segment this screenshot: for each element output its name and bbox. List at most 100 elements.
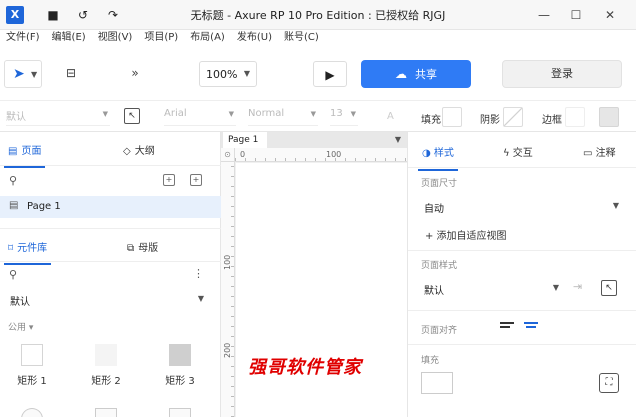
- chevron-down-icon[interactable]: ▼: [395, 135, 401, 144]
- tab-masters[interactable]: ⧉ 母版: [127, 239, 158, 254]
- tab-style-label: 样式: [433, 148, 454, 159]
- widget-label: 矩形 3: [165, 376, 195, 387]
- masters-icon: ⧉: [127, 243, 135, 254]
- style-icon: ◑: [422, 148, 434, 159]
- menu-project[interactable]: 项目(P): [144, 30, 178, 46]
- tab-interactions[interactable]: ϟ 交互: [503, 144, 533, 159]
- chevron-down-icon: ▼: [243, 69, 250, 78]
- library-tabs: ⌑ 元件库 ⧉ 母版: [0, 228, 221, 265]
- horizontal-ruler: [235, 148, 407, 162]
- border-style-swatch[interactable]: [599, 107, 619, 127]
- login-button[interactable]: 登录: [502, 60, 622, 88]
- preview-button[interactable]: ▶: [313, 61, 347, 87]
- fill-color-swatch[interactable]: [442, 107, 462, 127]
- image-widget[interactable]: [95, 408, 117, 417]
- outline-icon: ◇: [123, 146, 131, 157]
- menu-edit[interactable]: 编辑(E): [52, 30, 86, 46]
- ellipse-widget[interactable]: [21, 408, 43, 417]
- font-family-value: Arial: [164, 108, 187, 119]
- page-size-label: 页面尺寸: [421, 179, 458, 189]
- ruler-h-label: 100: [326, 150, 342, 159]
- tab-outline[interactable]: ◇ 大纲: [123, 142, 155, 157]
- style-select[interactable]: 默认 ▼: [6, 108, 110, 126]
- tab-pages[interactable]: ▤ 页面: [3, 142, 46, 168]
- menu-view[interactable]: 视图(V): [98, 30, 133, 46]
- page-size-select[interactable]: 自动 ▼: [421, 196, 621, 216]
- maximize-icon[interactable]: ☐: [566, 5, 586, 25]
- chevron-down-icon: ▼: [350, 110, 356, 118]
- page-size-value: 自动: [424, 204, 444, 215]
- tab-notes-label: 注释: [595, 148, 616, 159]
- page-fill-swatch[interactable]: [421, 372, 453, 394]
- zoom-select[interactable]: 100% ▼: [199, 61, 257, 87]
- widget-rectangle-1[interactable]: 矩形 1: [2, 344, 62, 387]
- more-tools-icon[interactable]: »: [126, 62, 144, 84]
- tab-pages-label: 页面: [21, 146, 42, 157]
- widget-group-label[interactable]: 公用 ▾: [8, 320, 33, 333]
- font-family-select[interactable]: Arial ▼: [164, 108, 236, 126]
- ruler-h-label: 0: [240, 150, 246, 159]
- fill-label: 填充: [421, 115, 441, 126]
- widget-rectangle-2[interactable]: 矩形 2: [76, 344, 136, 387]
- tab-libraries[interactable]: ⌑ 元件库: [3, 239, 52, 265]
- widget-label: 矩形 2: [91, 376, 121, 387]
- rectangle-shape: [95, 344, 117, 366]
- apply-style-icon[interactable]: ⇥: [573, 280, 582, 293]
- image-fill-icon[interactable]: ⛶: [599, 373, 619, 393]
- pages-tabs: ▤ 页面 ◇ 大纲: [0, 132, 221, 168]
- main-toolbar: ➤ ▼ ⊟ » 100% ▼ ▶ ☁ 共享 登录: [0, 52, 636, 96]
- text-color-icon[interactable]: A: [387, 111, 394, 122]
- font-size-value: 13: [330, 108, 343, 119]
- page-style-select[interactable]: 默认 ▼: [421, 278, 561, 298]
- tab-style[interactable]: ◑ 样式: [418, 144, 458, 171]
- more-vertical-icon[interactable]: ⋮: [193, 267, 204, 280]
- chevron-down-icon: ▼: [552, 283, 559, 292]
- shadow-label: 阴影: [480, 115, 500, 126]
- share-button[interactable]: ☁ 共享: [361, 60, 471, 88]
- pages-search-row: ⚲ + +: [0, 168, 221, 194]
- vertical-ruler: [221, 162, 235, 417]
- pointer-icon: ➤: [13, 66, 25, 82]
- border-color-swatch[interactable]: [565, 107, 585, 127]
- canvas-page-tab[interactable]: Page 1: [223, 132, 267, 148]
- page-list-item[interactable]: ▤ Page 1: [0, 196, 221, 218]
- library-select[interactable]: 默认 ▼: [4, 288, 210, 310]
- menu-account[interactable]: 账号(C): [284, 30, 319, 46]
- menu-arrange[interactable]: 布局(A): [190, 30, 225, 46]
- share-label: 共享: [415, 68, 437, 81]
- add-adaptive-view-link[interactable]: + 添加自适应视图: [425, 227, 507, 242]
- search-icon[interactable]: ⚲: [9, 174, 17, 187]
- minimize-icon[interactable]: —: [534, 5, 554, 25]
- chevron-down-icon: ▼: [102, 110, 108, 118]
- style-editor-icon[interactable]: ↖: [124, 108, 140, 124]
- add-folder-icon[interactable]: +: [190, 174, 202, 186]
- ruler-corner-icon: ⊙: [221, 148, 235, 162]
- chevron-down-icon: ▼: [228, 110, 234, 118]
- chevron-down-icon: ▼: [197, 294, 204, 303]
- format-bar: 默认 ▼ ↖ Arial ▼ Normal ▼ 13 ▼ A 填充 阴影 边框: [0, 100, 636, 132]
- tab-libraries-label: 元件库: [17, 243, 48, 254]
- style-editor-icon[interactable]: ↖: [601, 280, 617, 296]
- menu-publish[interactable]: 发布(U): [237, 30, 272, 46]
- search-icon[interactable]: ⚲: [9, 268, 17, 281]
- widget-rectangle-3[interactable]: 矩形 3: [150, 344, 210, 387]
- chevron-down-icon: ▼: [310, 110, 316, 118]
- close-icon[interactable]: ✕: [600, 5, 620, 25]
- add-page-icon[interactable]: +: [163, 174, 175, 186]
- menu-file[interactable]: 文件(F): [6, 30, 40, 46]
- font-size-select[interactable]: 13 ▼: [330, 108, 358, 126]
- connector-tool-icon[interactable]: ⊟: [60, 62, 82, 84]
- ruler-v-label: 200: [223, 342, 232, 358]
- placeholder-widget[interactable]: [169, 408, 191, 417]
- select-tool-button[interactable]: ➤ ▼: [4, 60, 42, 88]
- align-left-icon[interactable]: [500, 322, 514, 334]
- align-center-icon[interactable]: [524, 322, 538, 334]
- rectangle-shape: [169, 344, 191, 366]
- font-weight-select[interactable]: Normal ▼: [248, 108, 318, 126]
- tab-notes[interactable]: ▭ 注释: [583, 144, 616, 159]
- shadow-swatch[interactable]: [503, 107, 523, 127]
- font-weight-value: Normal: [248, 108, 285, 119]
- menu-bar: 文件(F) 编辑(E) 视图(V) 项目(P) 布局(A) 发布(U) 账号(C…: [0, 30, 636, 46]
- cloud-upload-icon: ☁: [395, 67, 407, 81]
- watermark-text: 强哥软件管家: [248, 357, 362, 378]
